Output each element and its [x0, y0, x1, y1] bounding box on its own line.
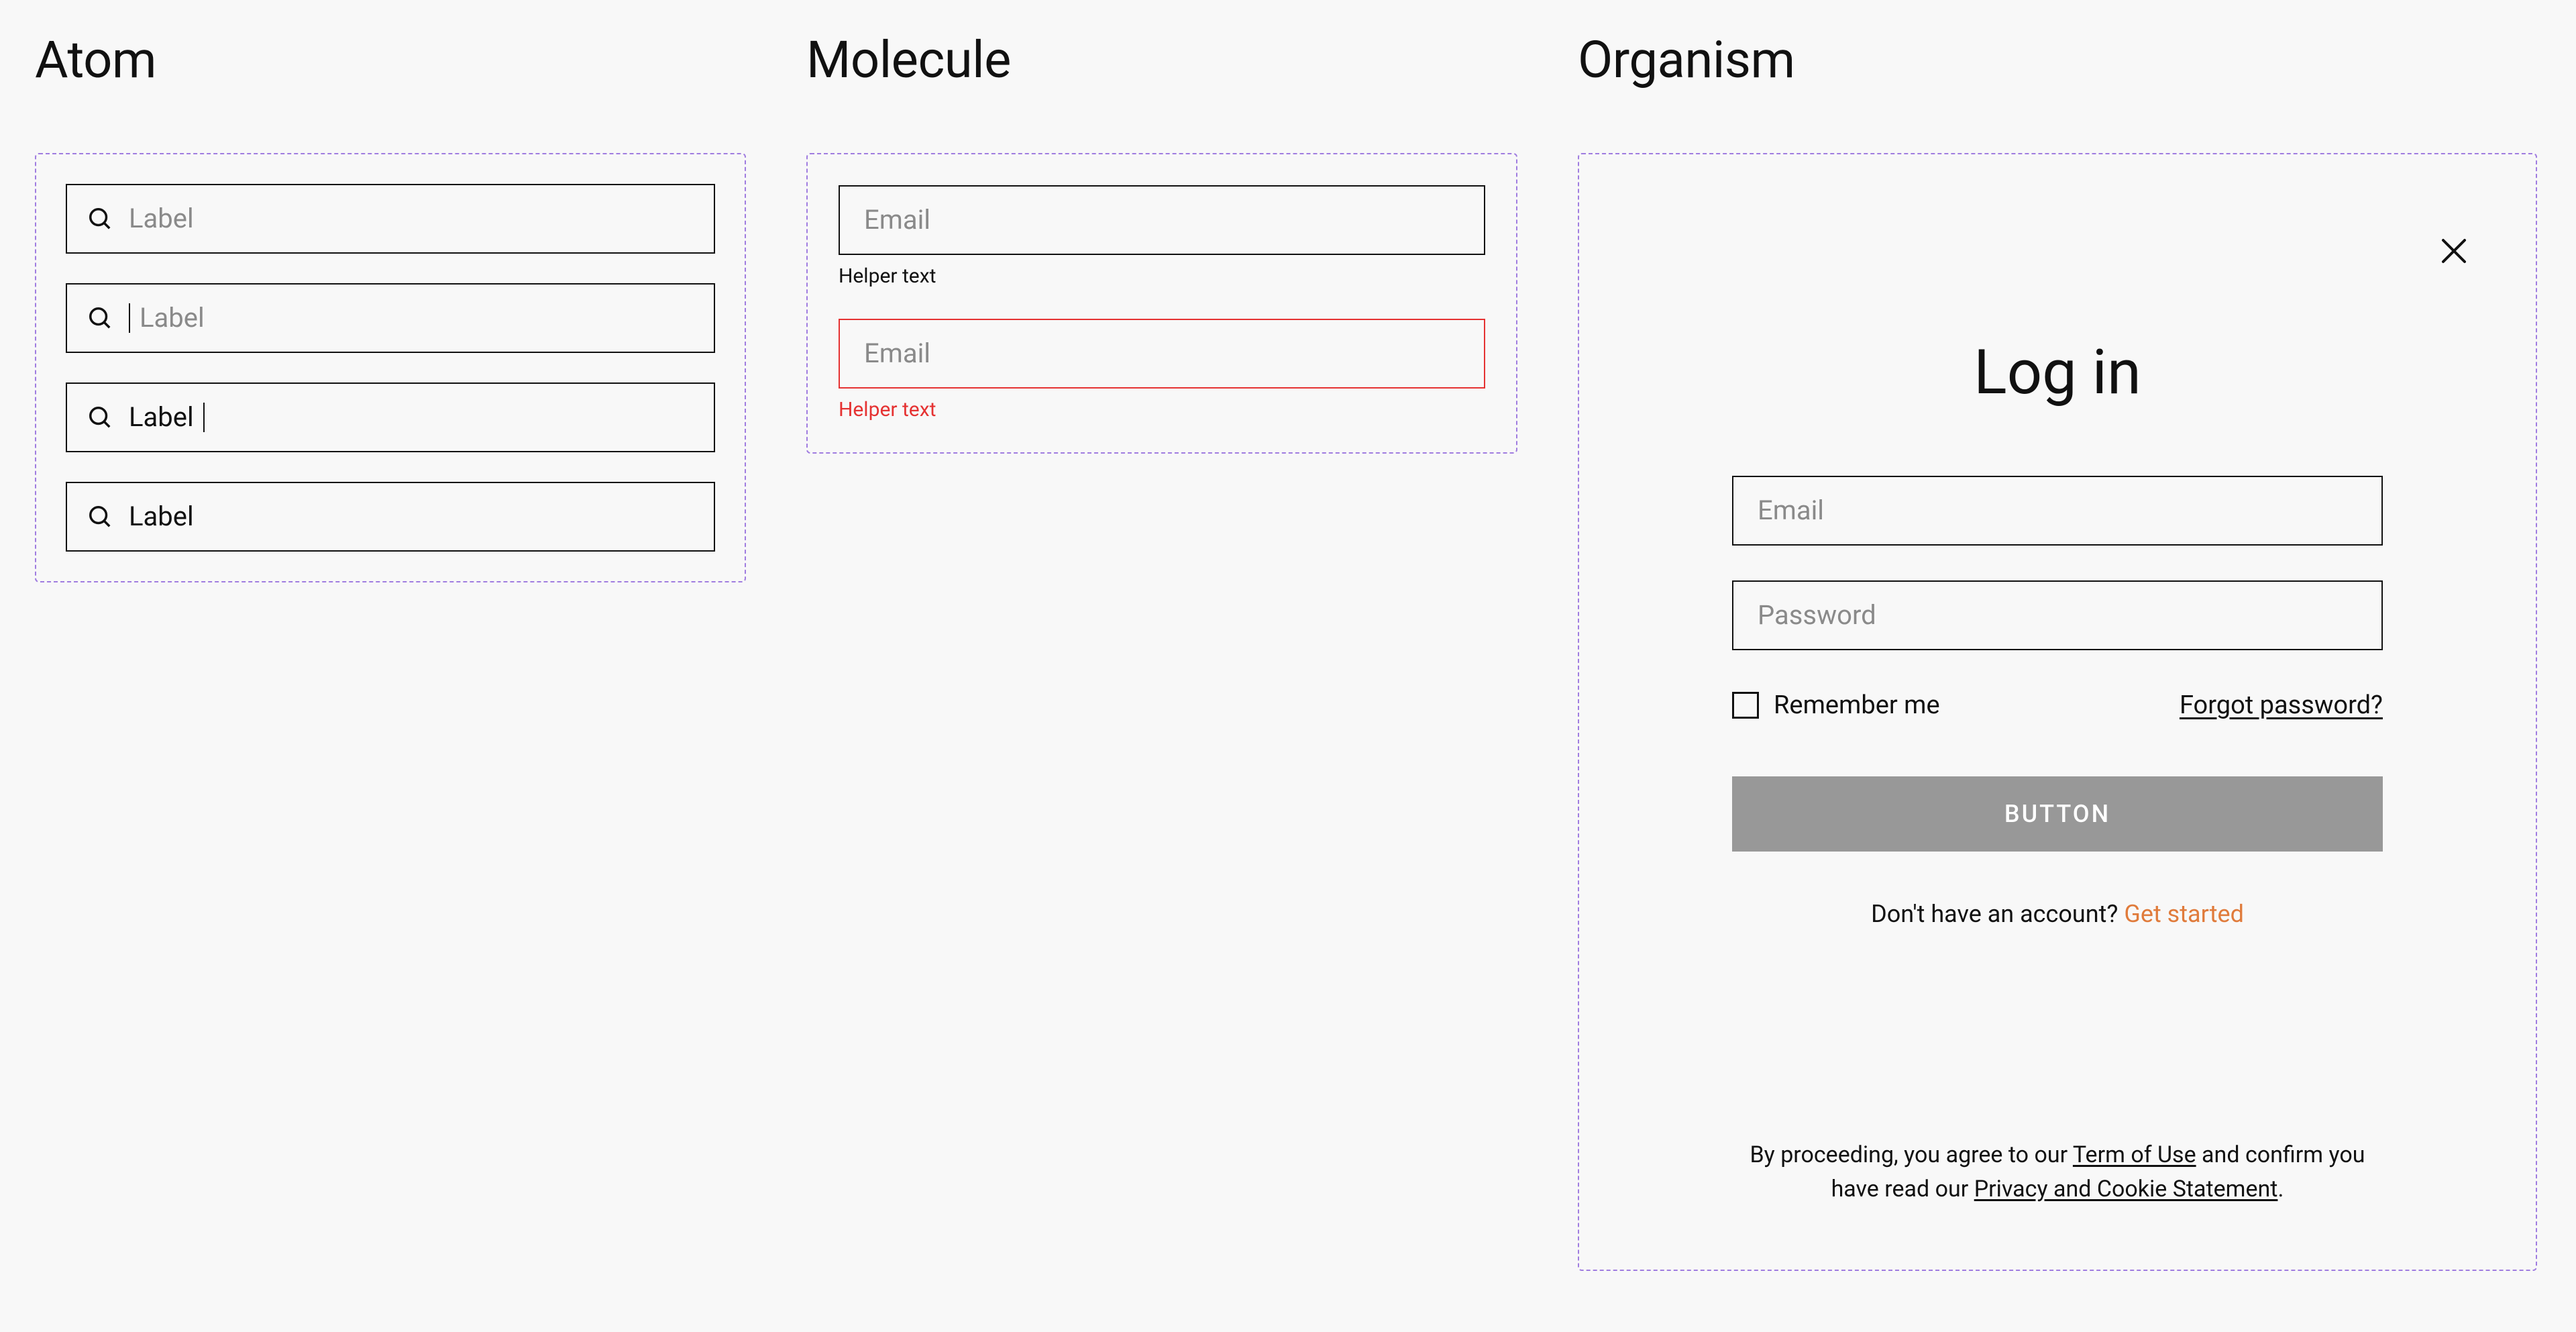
forgot-password-link[interactable]: Forgot password?	[2180, 690, 2383, 720]
login-title: Log in	[1974, 337, 2141, 409]
get-started-link[interactable]: Get started	[2124, 900, 2244, 928]
input-placeholder: Email	[864, 338, 930, 369]
email-field[interactable]: Email	[1732, 476, 2383, 546]
atom-heading: Atom	[35, 32, 746, 89]
atom-input-placeholder: Label	[140, 302, 205, 334]
input-placeholder: Email	[1758, 495, 1824, 526]
remember-me-label: Remember me	[1774, 690, 1940, 720]
atom-input-focus-empty[interactable]: Label	[66, 283, 715, 353]
search-icon	[87, 405, 113, 430]
privacy-link[interactable]: Privacy and Cookie Statement	[1974, 1176, 2278, 1202]
search-icon	[87, 305, 113, 331]
signup-prompt: Don't have an account? Get started	[1871, 900, 2244, 928]
atom-input-filled[interactable]: Label	[66, 482, 715, 552]
remember-me[interactable]: Remember me	[1732, 690, 1940, 720]
molecule-container: Email Helper text Email Helper text	[806, 153, 1517, 454]
molecule-field-default: Email Helper text	[839, 185, 1485, 288]
legal-end: .	[2277, 1176, 2284, 1202]
organism-container: Log in Email Password Remember me Forgot…	[1578, 153, 2537, 1271]
checkbox-icon[interactable]	[1732, 692, 1759, 719]
signup-prompt-text: Don't have an account?	[1871, 900, 2124, 928]
submit-button[interactable]: BUTTON	[1732, 776, 2383, 852]
atom-container: Label Label Label	[35, 153, 746, 582]
search-icon	[87, 504, 113, 529]
login-form: Log in Email Password Remember me Forgot…	[1732, 235, 2383, 928]
atom-input-focus-filled[interactable]: Label	[66, 382, 715, 452]
search-icon	[87, 206, 113, 232]
atom-input-placeholder: Label	[129, 203, 194, 234]
input-placeholder: Email	[864, 204, 930, 236]
text-caret: Label	[129, 302, 205, 334]
helper-text-error: Helper text	[839, 398, 1485, 421]
password-field[interactable]: Password	[1732, 580, 2383, 650]
email-input[interactable]: Email	[839, 185, 1485, 255]
email-input-error[interactable]: Email	[839, 319, 1485, 389]
close-icon[interactable]	[2438, 235, 2470, 267]
atom-input-default[interactable]: Label	[66, 184, 715, 254]
organism-heading: Organism	[1578, 32, 2537, 89]
input-placeholder: Password	[1758, 599, 1876, 631]
molecule-heading: Molecule	[806, 32, 1517, 89]
atom-input-value: Label	[129, 401, 194, 433]
legal-pre: By proceeding, you agree to our	[1750, 1141, 2073, 1168]
legal-text: By proceeding, you agree to our Term of …	[1732, 1138, 2383, 1207]
text-caret: Label	[129, 401, 205, 433]
helper-text: Helper text	[839, 264, 1485, 288]
atom-input-value: Label	[129, 501, 194, 532]
molecule-field-error: Email Helper text	[839, 319, 1485, 421]
terms-of-use-link[interactable]: Term of Use	[2073, 1141, 2196, 1168]
